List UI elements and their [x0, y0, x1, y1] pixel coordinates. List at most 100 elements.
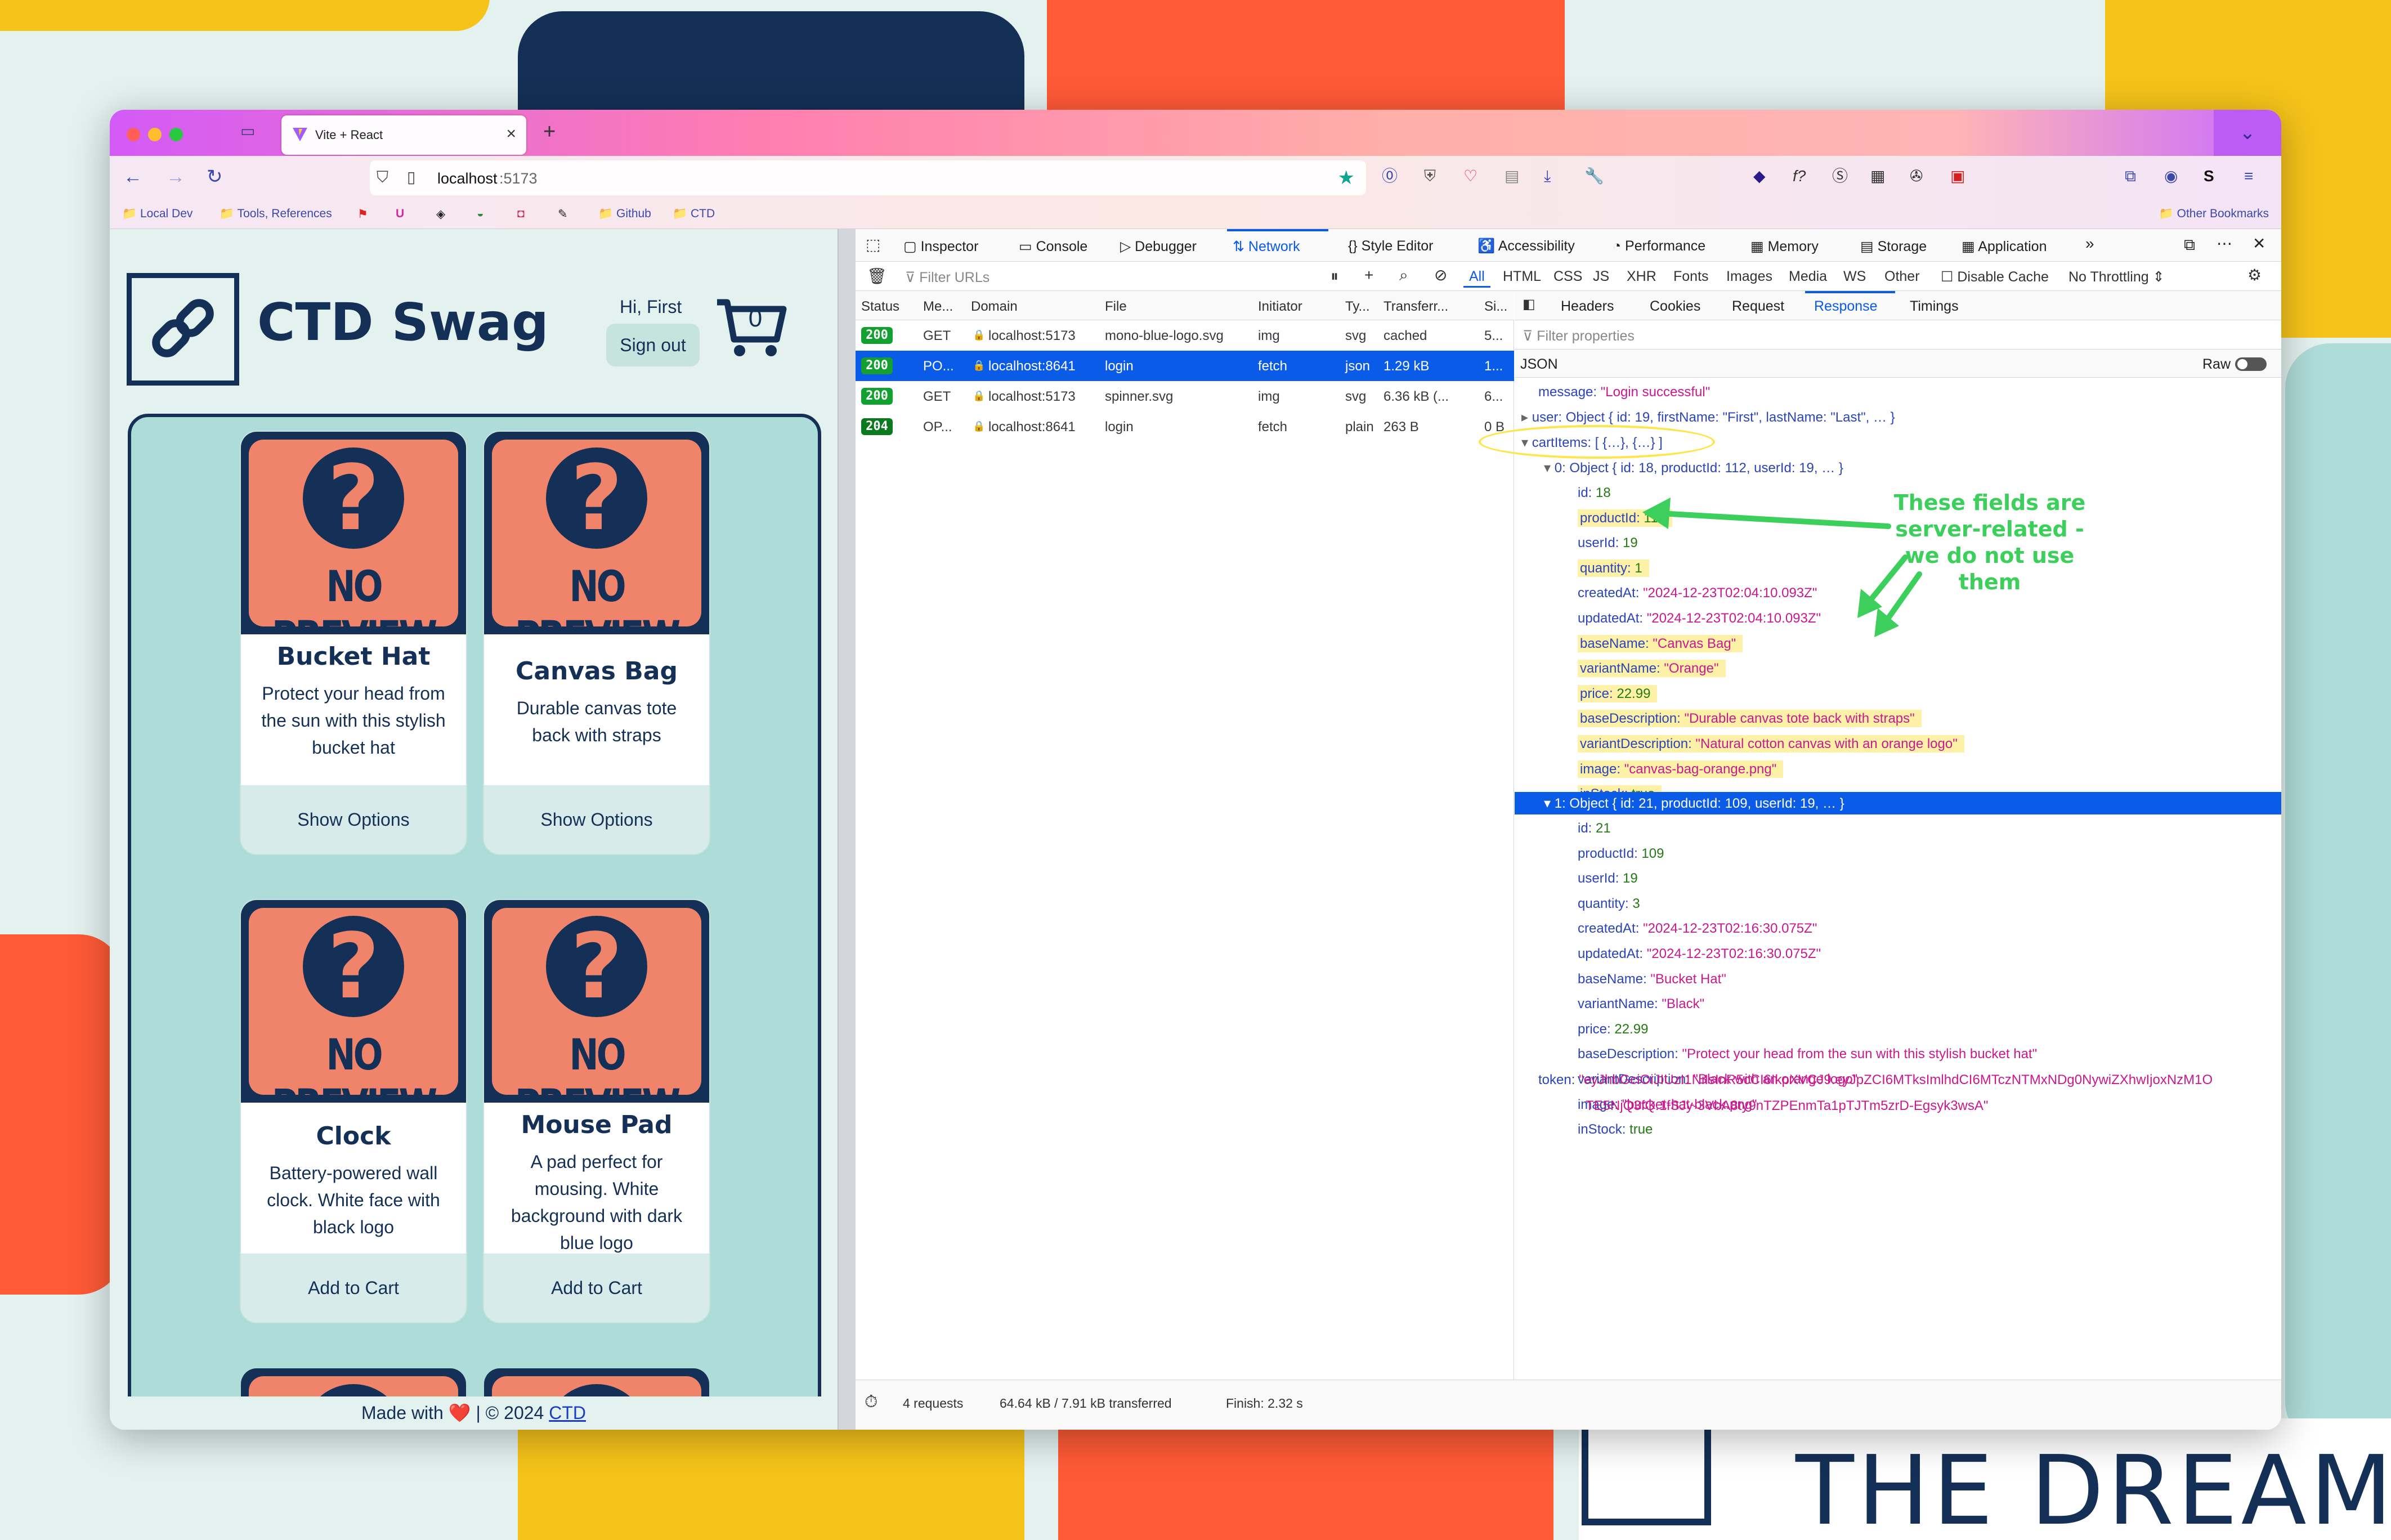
- throttling-select[interactable]: No Throttling ⇕: [2068, 268, 2165, 285]
- new-tab-icon[interactable]: +: [543, 121, 556, 142]
- tab-debugger[interactable]: ▷ Debugger: [1120, 238, 1197, 255]
- reload-icon[interactable]: ↻: [207, 167, 223, 186]
- privacy-icon[interactable]: ⛨: [1424, 168, 1436, 184]
- json-token-row[interactable]: token: "eyJhbGciOiJIUzI1NiIsInR5cCI6IkpX…: [1538, 1072, 2213, 1088]
- request-row[interactable]: 200 PO... localhost:8641 🔒 login fetch json 1.2…: [856, 351, 1514, 381]
- column-header[interactable]: Ty...: [1345, 299, 1370, 315]
- bookmark-star-icon[interactable]: ★: [1338, 168, 1355, 187]
- filter-css[interactable]: CSS: [1553, 268, 1582, 285]
- tab-cookies[interactable]: Cookies: [1650, 298, 1700, 315]
- json-property-row[interactable]: variantName: "Black": [1578, 996, 1704, 1012]
- bookmark-github[interactable]: 📁 Github: [598, 207, 651, 221]
- browser-tab[interactable]: Vite + React ×: [281, 115, 526, 155]
- profile-s-icon[interactable]: S: [2204, 168, 2214, 184]
- add-icon[interactable]: +: [1364, 267, 1373, 283]
- tab-overview-icon[interactable]: ▭: [240, 123, 255, 139]
- back-icon[interactable]: ←: [123, 167, 142, 186]
- brand-logo[interactable]: [127, 273, 239, 386]
- extension-layers-icon[interactable]: ◆: [1753, 168, 1766, 184]
- json-property-row[interactable]: price: 22.99: [1578, 684, 1658, 702]
- bookmark-local-dev[interactable]: 📁 Local Dev: [122, 207, 192, 221]
- json-user-row[interactable]: ▸ user: Object { id: 19, firstName: "Fir…: [1521, 409, 1895, 426]
- json-property-row[interactable]: updatedAt: "2024-12-23T02:16:30.075Z": [1578, 946, 1821, 962]
- devtools-splitter[interactable]: [838, 229, 856, 1430]
- request-row[interactable]: 200 GET localhost:5173 🔒 spinner.svg img svg 6.…: [856, 381, 1514, 411]
- tab-application[interactable]: ▦ Application: [1962, 238, 2047, 255]
- add-to-cart-button[interactable]: Add to Cart: [241, 1254, 466, 1322]
- tab-response[interactable]: Response: [1814, 298, 1878, 315]
- tab-network[interactable]: ⇅ Network: [1233, 238, 1300, 255]
- screenshot-icon[interactable]: ▣: [1950, 168, 1965, 184]
- json-property-row[interactable]: baseDescription: "Durable canvas tote ba…: [1578, 710, 1922, 728]
- filter-js[interactable]: JS: [1593, 268, 1609, 285]
- filter-properties-input[interactable]: ⊽ Filter properties: [1515, 320, 2281, 350]
- filter-fonts[interactable]: Fonts: [1673, 268, 1709, 285]
- tab-console[interactable]: ▭ Console: [1019, 238, 1087, 255]
- json-property-row[interactable]: userId: 19: [1578, 871, 1638, 887]
- palette-icon[interactable]: ✇: [1910, 168, 1923, 184]
- json-property-row[interactable]: inStock: true: [1578, 1122, 1653, 1138]
- json-property-row[interactable]: image: "canvas-bag-orange.png": [1578, 760, 1784, 778]
- qr-code-icon[interactable]: ▦: [1870, 168, 1885, 184]
- column-header[interactable]: Transferr...: [1383, 299, 1448, 315]
- bookmark-icon-turtle[interactable]: ◒: [477, 207, 484, 221]
- more-tools-icon[interactable]: »: [2085, 236, 2094, 252]
- bookmark-tools-references[interactable]: 📁 Tools, References: [220, 207, 332, 221]
- reader-icon[interactable]: ▤: [1505, 168, 1519, 184]
- pocket-icon[interactable]: ♡: [1463, 168, 1477, 184]
- column-header[interactable]: Si...: [1484, 299, 1507, 315]
- filter-all[interactable]: All: [1463, 267, 1490, 288]
- json-message-row[interactable]: message: "Login successful": [1538, 384, 1710, 400]
- extension-s-icon[interactable]: Ⓢ: [1832, 168, 1848, 184]
- filter-html[interactable]: HTML: [1503, 268, 1541, 285]
- filter-xhr[interactable]: XHR: [1627, 268, 1656, 285]
- json-property-row[interactable]: createdAt: "2024-12-23T02:04:10.093Z": [1578, 585, 1817, 601]
- close-window-button[interactable]: [127, 128, 140, 141]
- json-property-row[interactable]: baseName: "Bucket Hat": [1578, 972, 1726, 987]
- tab-accessibility[interactable]: ♿ Accessibility: [1477, 238, 1575, 254]
- column-header[interactable]: File: [1105, 299, 1127, 315]
- bookmark-icon-dark[interactable]: ◈: [436, 207, 445, 221]
- raw-toggle[interactable]: [2235, 357, 2267, 371]
- cart-button[interactable]: 0: [715, 297, 788, 359]
- json-property-row[interactable]: baseDescription: "Protect your head from…: [1578, 1046, 2037, 1062]
- tab-inspector[interactable]: ▢ Inspector: [903, 238, 978, 255]
- options-icon[interactable]: ⋯: [2217, 236, 2232, 252]
- search-icon[interactable]: ⌕: [1399, 267, 1408, 283]
- column-header[interactable]: Status: [861, 299, 899, 315]
- json-property-row[interactable]: productId: 112: [1578, 509, 1672, 527]
- column-header[interactable]: Me...: [923, 299, 953, 315]
- json-property-row[interactable]: variantDescription: "Natural cotton canv…: [1578, 735, 1964, 753]
- minimize-window-button[interactable]: [148, 128, 162, 141]
- bookmark-icon-u[interactable]: U: [396, 207, 404, 221]
- json-property-row[interactable]: baseName: "Canvas Bag": [1578, 634, 1743, 652]
- forward-icon[interactable]: →: [166, 167, 185, 186]
- bookmark-ctd[interactable]: 📁 CTD: [673, 207, 715, 221]
- request-row[interactable]: 200 GET localhost:5173 🔒 mono-blue-logo.svg i…: [856, 320, 1514, 351]
- settings-gear-icon[interactable]: ⚙: [2247, 267, 2262, 283]
- list-all-tabs-icon[interactable]: ⌄: [2214, 110, 2281, 156]
- wrench-icon[interactable]: 🔧: [1584, 168, 1604, 184]
- close-devtools-icon[interactable]: ✕: [2253, 236, 2265, 252]
- json-item0-row[interactable]: ▾ 0: Object { id: 18, productId: 112, us…: [1544, 460, 1843, 476]
- close-tab-icon[interactable]: ×: [506, 124, 516, 144]
- column-header[interactable]: Domain: [971, 299, 1018, 315]
- shield-icon[interactable]: ⛉: [377, 169, 388, 185]
- disable-cache-checkbox[interactable]: ☐ Disable Cache: [1941, 268, 2049, 285]
- extensions-icon[interactable]: ⧉: [2125, 168, 2136, 184]
- json-property-row[interactable]: productId: 109: [1578, 846, 1664, 862]
- footer-ctd-link[interactable]: CTD: [549, 1403, 586, 1423]
- tab-request[interactable]: Request: [1732, 298, 1784, 315]
- trash-icon[interactable]: 🗑: [867, 268, 887, 284]
- json-property-row[interactable]: createdAt: "2024-12-23T02:16:30.075Z": [1578, 921, 1817, 937]
- json-property-row[interactable]: variantName: "Orange": [1578, 660, 1726, 678]
- column-header[interactable]: Initiator: [1258, 299, 1302, 315]
- other-bookmarks[interactable]: 📁 Other Bookmarks: [2159, 207, 2269, 221]
- filter-urls-input[interactable]: ⊽ Filter URLs: [905, 269, 989, 286]
- tab-headers[interactable]: Headers: [1561, 298, 1614, 315]
- show-options-button[interactable]: Show Options: [241, 785, 466, 854]
- password-icon[interactable]: ⓪: [1382, 168, 1398, 184]
- bookmark-icon-red[interactable]: ⚑: [357, 207, 368, 221]
- download-icon[interactable]: ⤓: [1544, 168, 1551, 184]
- font-icon[interactable]: f?: [1793, 168, 1806, 184]
